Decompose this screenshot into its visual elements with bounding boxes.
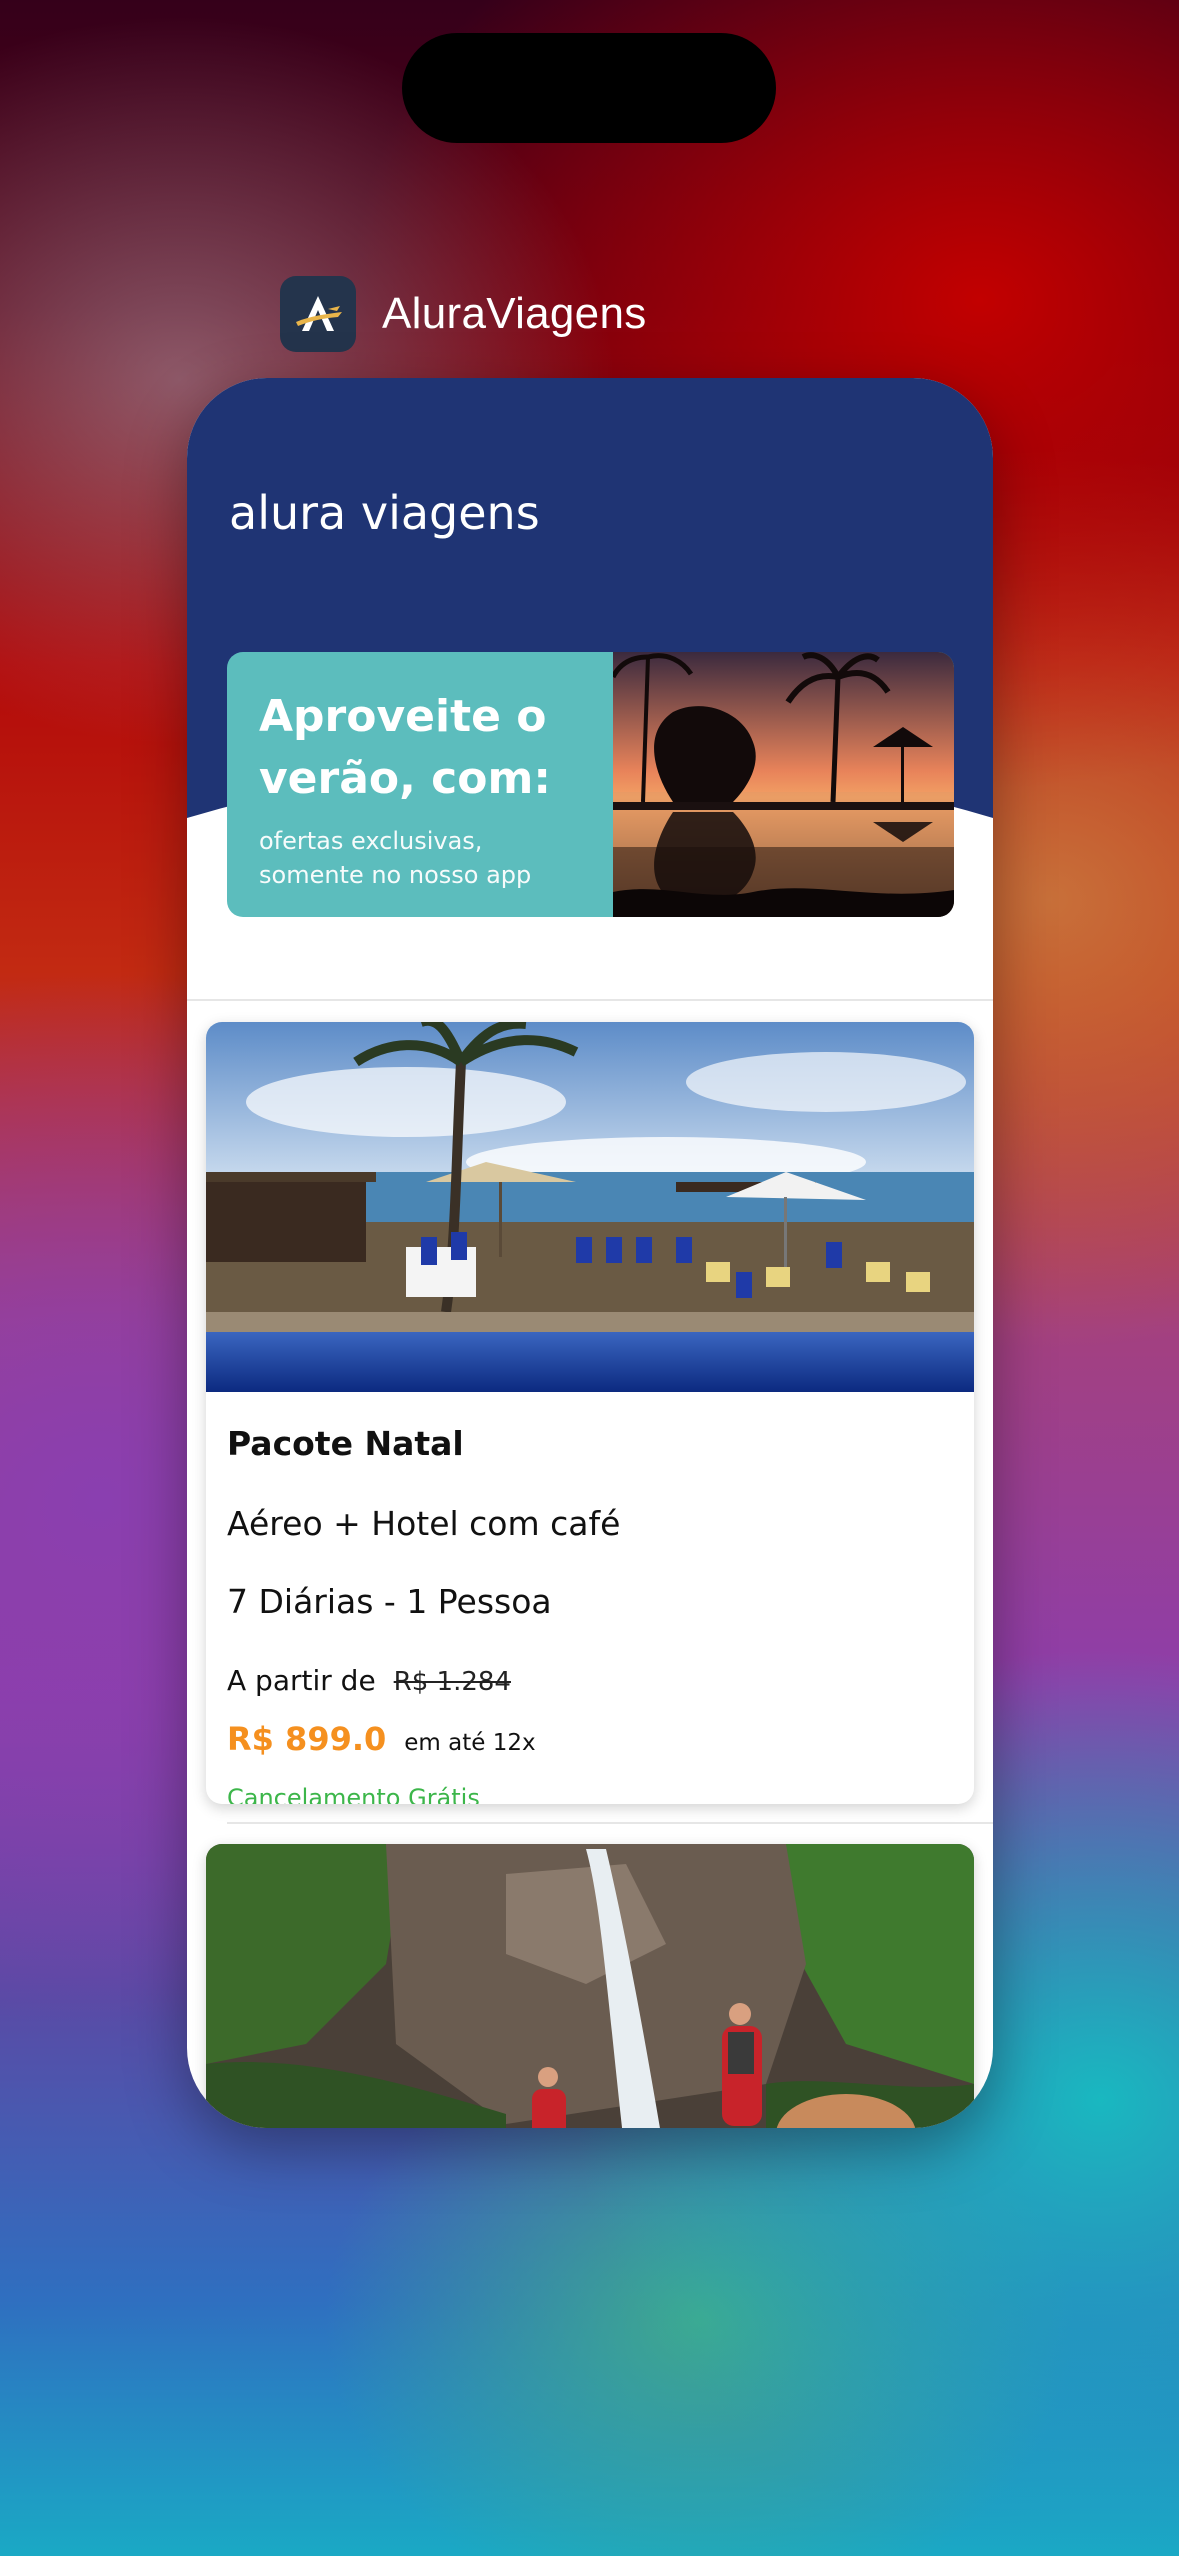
- waterfall-hikers-image: [206, 1844, 974, 2128]
- section-divider: [227, 1822, 993, 1824]
- promo-subtitle: ofertas exclusivas, somente no nosso app: [259, 827, 532, 889]
- package-card[interactable]: [206, 1844, 974, 2128]
- price-from-label: A partir de: [227, 1664, 376, 1697]
- app-switcher-header[interactable]: AluraViagens: [280, 276, 647, 352]
- promo-heading: Aproveite o verão, com:: [259, 691, 551, 804]
- section-divider: [187, 999, 993, 1001]
- dynamic-island: [402, 33, 776, 143]
- old-price: R$ 1.284: [393, 1667, 511, 1697]
- app-name-label: AluraViagens: [382, 289, 647, 338]
- current-price: R$ 899.0: [227, 1720, 387, 1758]
- free-cancellation-label: Cancelamento Grátis: [227, 1784, 480, 1804]
- package-title: Pacote Natal: [227, 1424, 464, 1463]
- app-card-preview[interactable]: alura viagens Aproveite o verão, com: of…: [187, 378, 993, 2128]
- brand-title: alura viagens: [229, 486, 540, 540]
- alura-plane-logo-icon: [280, 276, 356, 352]
- installments-label: em até 12x: [404, 1730, 536, 1756]
- promo-banner[interactable]: Aproveite o verão, com: ofertas exclusiv…: [227, 652, 954, 917]
- package-detail-nights: 7 Diárias - 1 Pessoa: [227, 1582, 552, 1621]
- package-detail-flight-hotel: Aéreo + Hotel com café: [227, 1504, 621, 1543]
- package-card[interactable]: Pacote Natal Aéreo + Hotel com café 7 Di…: [206, 1022, 974, 1804]
- beach-resort-pool-image: [206, 1022, 974, 1392]
- sunset-palm-trees-pool-image: [613, 652, 954, 917]
